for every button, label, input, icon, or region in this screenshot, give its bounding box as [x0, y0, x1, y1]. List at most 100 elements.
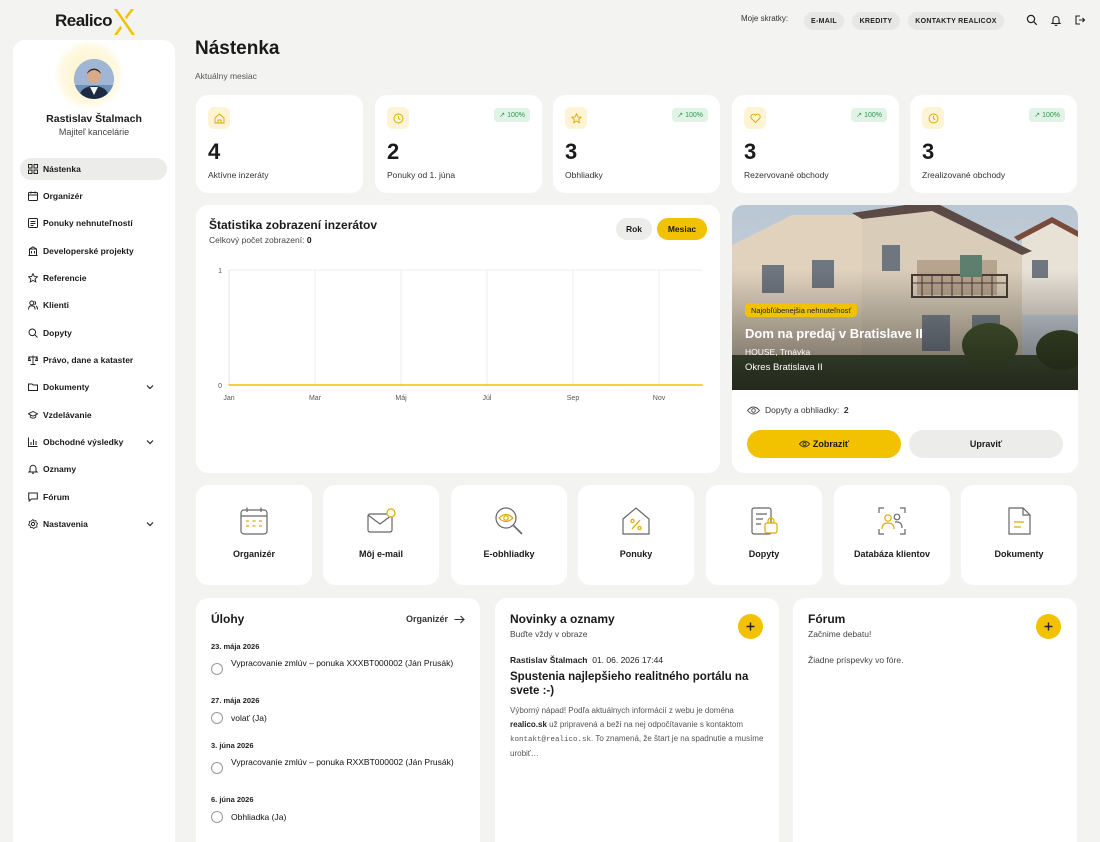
- toggle-year-button[interactable]: Rok: [616, 218, 652, 240]
- news-body-text: Výborný nápad! Podľa aktuálnych informác…: [510, 706, 734, 715]
- stat-card-viewings[interactable]: ↗ 100% 3 Obhliadky: [553, 95, 720, 193]
- chart-data-point: [443, 384, 445, 386]
- news-headline[interactable]: Spustenia najlepšieho realitného portálu…: [510, 670, 765, 698]
- task-text: Obhliadka (Ja): [231, 812, 287, 822]
- document-icon: [1008, 507, 1031, 535]
- quick-link-label: E-obhliadky: [483, 549, 535, 559]
- stat-icon-box: [387, 107, 409, 129]
- sidebar-item-referencie[interactable]: Referencie: [20, 267, 167, 289]
- news-body-domain: realico.sk: [510, 720, 547, 729]
- edit-property-button[interactable]: Upraviť: [909, 430, 1063, 458]
- task-checkbox[interactable]: [211, 663, 223, 675]
- quick-link-e-viewings[interactable]: E-obhliadky: [451, 485, 567, 585]
- stat-trend-badge: ↗ 100%: [672, 108, 708, 122]
- sidebar-item-organizer[interactable]: Organizér: [20, 185, 167, 207]
- stat-value: 4: [208, 139, 221, 164]
- chart-data-point: [314, 384, 316, 386]
- task-checkbox[interactable]: [211, 811, 223, 823]
- chart-total-value: 0: [306, 235, 312, 245]
- user-role: Majiteľ kancelárie: [58, 127, 130, 137]
- sidebar-item-developerske-projekty[interactable]: Developerské projekty: [20, 240, 167, 262]
- mail-icon: [367, 508, 396, 533]
- task-item[interactable]: volať (Ja): [211, 712, 461, 724]
- chart-data-point: [400, 384, 402, 386]
- add-news-button[interactable]: [738, 614, 763, 639]
- task-checkbox[interactable]: [211, 762, 223, 774]
- sidebar-item-dokumenty[interactable]: Dokumenty: [20, 376, 167, 398]
- quick-link-client-database[interactable]: Databáza klientov: [834, 485, 950, 585]
- sidebar-item-dopyty[interactable]: Dopyty: [20, 322, 167, 344]
- gear-icon: [28, 519, 38, 529]
- toggle-month-button[interactable]: Mesiac: [657, 218, 707, 240]
- task-item[interactable]: Vypracovanie zmlúv – ponuka RXXBT000002 …: [211, 757, 461, 774]
- sidebar-item-label: Nastavenia: [43, 519, 88, 529]
- chat-icon: [28, 492, 38, 502]
- property-photo[interactable]: Najobľúbenejšia nehnuteľnosť Dom na pred…: [732, 205, 1078, 390]
- house-percent-icon: [622, 507, 650, 535]
- stat-card-active-listings[interactable]: 4 Aktívne inzeráty: [196, 95, 363, 193]
- add-forum-post-button[interactable]: [1036, 614, 1061, 639]
- sidebar-item-pravo[interactable]: Právo, dane a kataster: [20, 349, 167, 371]
- sidebar-item-klienti[interactable]: Klienti: [20, 294, 167, 316]
- logo-x-mark: [113, 9, 135, 35]
- logout-icon[interactable]: [1074, 14, 1086, 26]
- task-checkbox[interactable]: [211, 712, 223, 724]
- clock-icon: [928, 113, 938, 123]
- chart-data-point: [271, 384, 273, 386]
- stat-card-offers[interactable]: ↗ 100% 2 Ponuky od 1. júna: [375, 95, 542, 193]
- chart-data-point: [615, 384, 617, 386]
- sidebar-item-oznamy[interactable]: Oznamy: [20, 458, 167, 480]
- bell-icon[interactable]: [1050, 14, 1062, 26]
- task-item[interactable]: Obhliadka (Ja): [211, 811, 461, 823]
- chart-data-point: [658, 384, 660, 386]
- view-property-button[interactable]: Zobraziť: [747, 430, 901, 458]
- sidebar-item-nastenka[interactable]: Nástenka: [20, 158, 167, 180]
- stat-card-reserved-deals[interactable]: ↗ 100% 3 Rezervované obchody: [732, 95, 899, 193]
- news-card: Novinky a oznamy Buďte vždy v obraze Ras…: [495, 598, 779, 842]
- sidebar-item-nastavenia[interactable]: Nastavenia: [20, 513, 167, 535]
- sidebar-item-label: Oznamy: [43, 464, 77, 474]
- page-title: Nástenka: [195, 38, 280, 59]
- quick-link-offers[interactable]: Ponuky: [578, 485, 694, 585]
- quick-link-label: Databáza klientov: [853, 549, 931, 559]
- arrow-right-icon: [454, 615, 465, 623]
- task-group-date: 6. júna 2026: [211, 795, 254, 804]
- clock-icon: [393, 113, 403, 123]
- stat-card-completed-deals[interactable]: ↗ 100% 3 Zrealizované obchody: [910, 95, 1077, 193]
- shortcut-contacts-button[interactable]: KONTAKTY REALICOX: [908, 12, 1004, 30]
- task-item[interactable]: Vypracovanie zmlúv – ponuka XXXBT000002 …: [211, 658, 461, 675]
- forum-empty-state: Žiadne príspevky vo fóre.: [808, 655, 904, 665]
- forum-card: Fórum Začnime debatu! Žiadne príspevky v…: [793, 598, 1077, 842]
- shortcut-credits-button[interactable]: KREDITY: [852, 12, 900, 30]
- chevron-down-icon[interactable]: [146, 383, 154, 391]
- sidebar-item-label: Organizér: [43, 191, 83, 201]
- realico-logo[interactable]: Realico: [55, 6, 136, 36]
- graduation-icon: [28, 410, 38, 419]
- avatar[interactable]: [74, 59, 114, 99]
- stat-icon-box: [744, 107, 766, 129]
- search-icon[interactable]: [1026, 14, 1038, 26]
- sidebar-item-forum[interactable]: Fórum: [20, 486, 167, 508]
- quick-link-organizer[interactable]: Organizér: [196, 485, 312, 585]
- sidebar-item-vzdelavanie[interactable]: Vzdelávanie: [20, 404, 167, 426]
- sidebar-item-obchodne-vysledky[interactable]: Obchodné výsledky: [20, 431, 167, 453]
- chart-data-point: [529, 384, 531, 386]
- sidebar-item-ponuky[interactable]: Ponuky nehnuteľností: [20, 212, 167, 234]
- quick-link-email[interactable]: Môj e-mail: [323, 485, 439, 585]
- chart-data-point: [486, 384, 488, 386]
- stat-label: Aktívne inzeráty: [208, 170, 269, 180]
- chart-x-tick-label: Máj: [395, 395, 407, 402]
- quick-link-inquiries[interactable]: Dopyty: [706, 485, 822, 585]
- shortcut-email-button[interactable]: E-MAIL: [804, 12, 844, 30]
- chevron-down-icon[interactable]: [146, 520, 154, 528]
- chart-data-point: [572, 384, 574, 386]
- sidebar-item-label: Referencie: [43, 273, 87, 283]
- top-bar: Realico Moje skratky: E-MAIL KREDITY KON…: [0, 0, 1100, 40]
- sidebar-item-label: Ponuky nehnuteľností: [43, 218, 133, 228]
- quick-link-documents[interactable]: Dokumenty: [961, 485, 1077, 585]
- plus-icon: [746, 622, 755, 631]
- sidebar-item-label: Obchodné výsledky: [43, 437, 124, 447]
- chevron-down-icon[interactable]: [146, 438, 154, 446]
- tasks-organizer-link[interactable]: Organizér: [406, 614, 465, 624]
- news-author: Rastislav Štalmach: [510, 655, 588, 665]
